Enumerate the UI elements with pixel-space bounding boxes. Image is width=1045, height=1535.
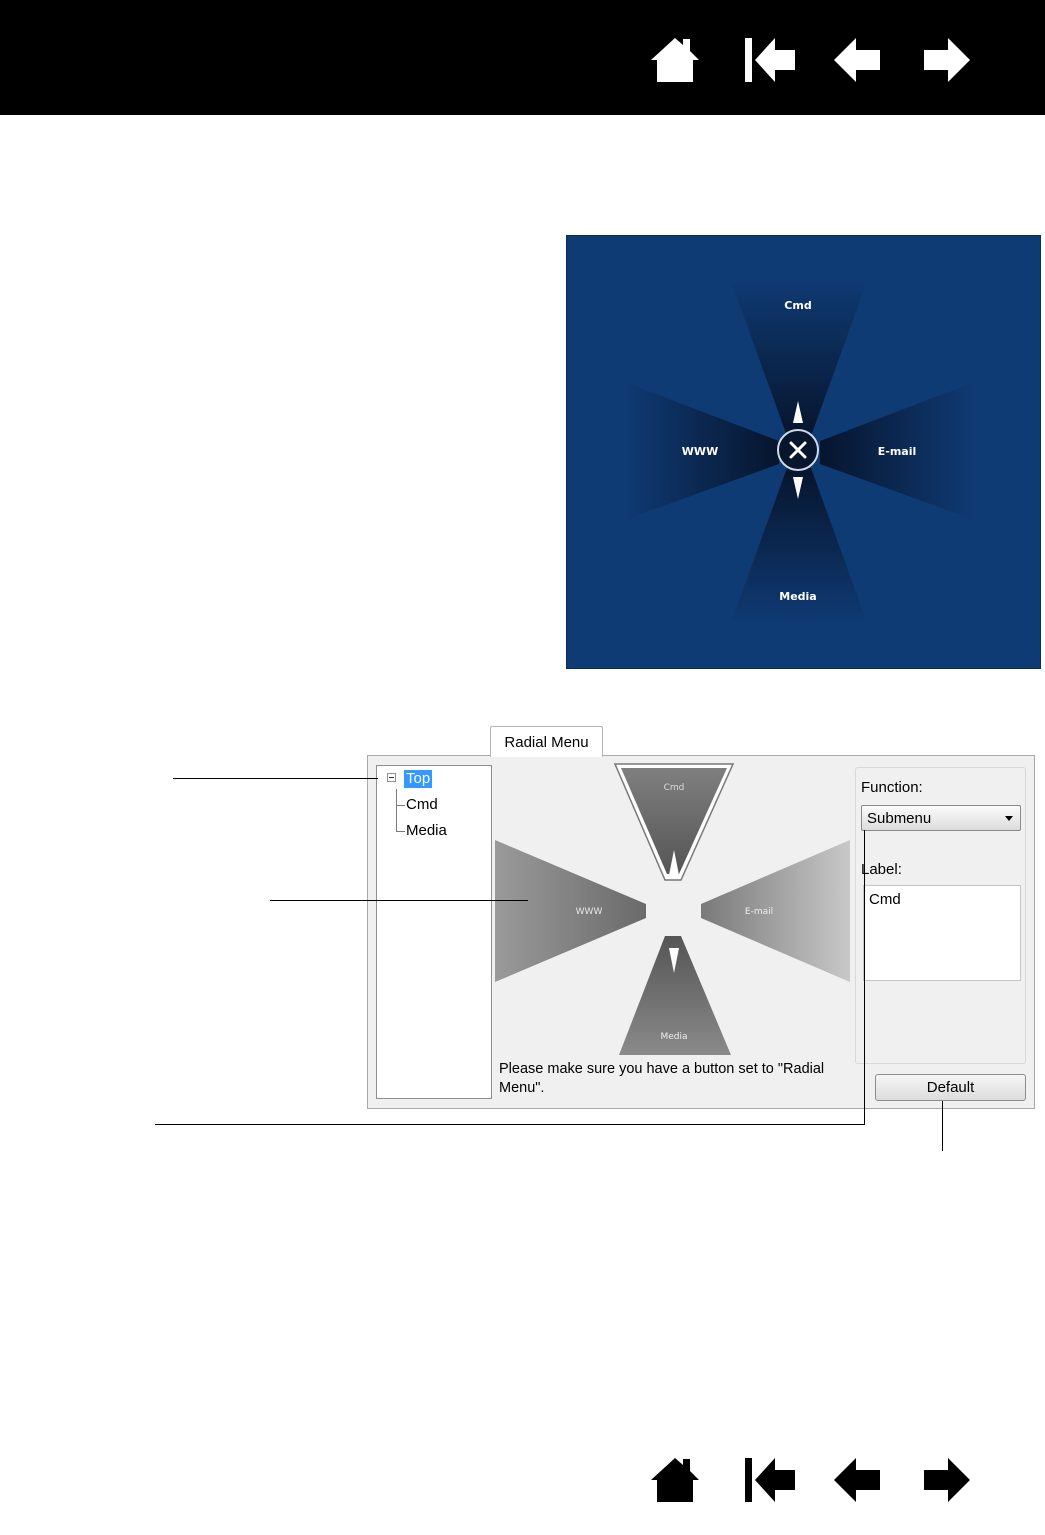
radial-label-right: E-mail xyxy=(878,445,917,458)
preview-segment-left[interactable] xyxy=(495,840,646,982)
callout-line-default xyxy=(942,1101,943,1151)
radial-menu-preview: Cmd WWW E-mail Media xyxy=(493,760,853,1060)
preview-label-top: Cmd xyxy=(664,783,685,793)
label-input-value: Cmd xyxy=(869,891,901,908)
chevron-down-icon xyxy=(1005,816,1013,821)
radial-label-bottom: Media xyxy=(779,590,816,603)
tree-connector xyxy=(396,805,405,806)
callout-line-function xyxy=(155,1124,865,1125)
radial-menu-popup: Cmd WWW E-mail Media xyxy=(566,235,1041,669)
callout-line-preview xyxy=(270,900,528,901)
function-label: Function: xyxy=(861,779,923,796)
home-icon[interactable] xyxy=(647,1452,703,1508)
previous-page-icon[interactable] xyxy=(830,1452,886,1508)
tree-item-media[interactable]: Media xyxy=(406,822,447,840)
label-input[interactable]: Cmd xyxy=(863,885,1021,981)
tree-connector xyxy=(396,789,397,832)
tree-item-cmd[interactable]: Cmd xyxy=(406,796,438,814)
next-page-icon[interactable] xyxy=(918,32,974,88)
next-page-icon[interactable] xyxy=(918,1452,974,1508)
home-icon[interactable] xyxy=(647,32,703,88)
radial-menu-note: Please make sure you have a button set t… xyxy=(499,1061,825,1096)
tree-item-top[interactable]: Top xyxy=(404,770,433,788)
preview-label-right: E-mail xyxy=(745,907,773,917)
label-field-label: Label: xyxy=(861,861,902,878)
preview-label-bottom: Media xyxy=(660,1032,687,1042)
previous-page-icon[interactable] xyxy=(830,32,886,88)
radial-label-left: WWW xyxy=(682,445,718,458)
preview-segment-right[interactable] xyxy=(701,840,850,982)
tree-connector xyxy=(396,831,405,832)
first-page-icon[interactable] xyxy=(741,32,797,88)
callout-line-function-vertical xyxy=(864,830,865,1125)
preview-label-left: WWW xyxy=(576,907,603,917)
first-page-icon[interactable] xyxy=(741,1452,797,1508)
function-select-value: Submenu xyxy=(867,810,932,827)
header-bar xyxy=(0,0,1045,115)
collapse-icon[interactable] xyxy=(387,773,396,782)
callout-line-tree xyxy=(173,778,378,779)
tab-radial-menu[interactable]: Radial Menu xyxy=(490,726,603,757)
default-button[interactable]: Default xyxy=(875,1074,1026,1101)
function-select[interactable]: Submenu xyxy=(861,805,1021,831)
menu-tree: Top Cmd Media xyxy=(376,765,492,1099)
radial-label-top: Cmd xyxy=(784,299,811,312)
